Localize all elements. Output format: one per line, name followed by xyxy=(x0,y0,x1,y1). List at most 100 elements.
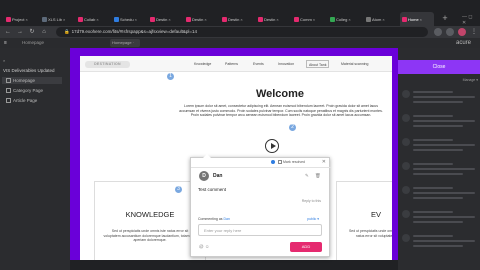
close-tab-icon[interactable]: × xyxy=(420,17,422,22)
browser-menu-icon[interactable]: ⋮ xyxy=(470,28,478,36)
url-bar[interactable]: 🔒 17d79.exohere.com/fits/#!sfrspapp&s=ajf… xyxy=(56,27,428,37)
extension-icon[interactable] xyxy=(446,28,454,36)
page-item-label: Category Page xyxy=(13,88,44,93)
card-text: Sed ut perspiciatis unde omnis iste natu… xyxy=(103,229,197,243)
close-tab-icon[interactable]: × xyxy=(25,17,27,22)
activity-item[interactable] xyxy=(402,184,476,199)
page-selector[interactable]: Homepage · default xyxy=(110,39,140,53)
profile-avatar[interactable] xyxy=(458,28,466,36)
activity-item[interactable] xyxy=(402,232,476,247)
activity-item[interactable] xyxy=(402,208,476,223)
browser-tab[interactable]: Collab × xyxy=(76,12,110,26)
close-tab-icon[interactable]: × xyxy=(348,17,350,22)
extension-icon[interactable] xyxy=(434,28,442,36)
page-item-article[interactable]: Article Page xyxy=(6,98,37,103)
divider xyxy=(191,167,331,168)
close-tab-icon[interactable]: × xyxy=(204,17,206,22)
close-panel-button[interactable]: Close xyxy=(398,60,480,74)
tab-label: Collab xyxy=(84,16,96,22)
tab-favicon-icon xyxy=(366,16,371,22)
project-title: VIS Deliverables Updated xyxy=(3,68,55,73)
browser-tab[interactable]: Destin × xyxy=(220,12,254,26)
resolve-toggle[interactable]: Mark resolved xyxy=(271,160,305,164)
tab-favicon-icon xyxy=(258,16,263,22)
comment-marker[interactable]: 2 xyxy=(288,123,297,132)
nav-about[interactable]: About Tank xyxy=(306,60,330,68)
nav-knowledge[interactable]: Knowledge xyxy=(192,60,213,68)
activity-text-line xyxy=(413,245,463,247)
browser-tab[interactable]: Home × xyxy=(400,12,434,26)
app-brand-logo: acure xyxy=(456,40,472,46)
browser-tab[interactable]: Destin × xyxy=(256,12,290,26)
nav-events[interactable]: Events xyxy=(251,60,266,68)
close-tab-icon[interactable]: × xyxy=(96,17,98,22)
activity-item[interactable] xyxy=(402,160,476,175)
page-item-category[interactable]: Category Page xyxy=(6,88,43,93)
reply-input[interactable]: Enter your reply here xyxy=(198,224,322,236)
intro-text: Lorem ipsum dolor sit amet, consectetur … xyxy=(179,104,383,118)
nav-material[interactable]: Material scanning xyxy=(339,60,370,68)
browser-tab[interactable]: Atom × xyxy=(364,12,398,26)
tab-favicon-icon xyxy=(402,16,407,22)
close-icon[interactable]: ✕ xyxy=(322,159,326,165)
back-icon[interactable]: ← xyxy=(4,28,12,36)
visibility-select[interactable]: public ▾ xyxy=(307,217,319,221)
activity-text-line xyxy=(413,144,475,146)
page-item-homepage[interactable]: Homepage xyxy=(2,77,62,84)
reload-icon[interactable]: ↻ xyxy=(28,28,36,36)
browser-tab[interactable]: Schedu × xyxy=(112,12,146,26)
close-tab-icon[interactable]: × xyxy=(135,17,137,22)
nav-patterns[interactable]: Patterns xyxy=(223,60,240,68)
comment-marker[interactable]: 1 xyxy=(166,72,175,81)
browser-tab[interactable]: Colleg × xyxy=(328,12,362,26)
manage-label: Manage ▾ xyxy=(462,78,478,82)
lock-icon: 🔒 xyxy=(64,29,70,34)
close-tab-icon[interactable]: × xyxy=(63,17,65,22)
browser-tab[interactable]: Comm × xyxy=(292,12,326,26)
search-icon[interactable]: ⌕ xyxy=(3,58,63,64)
card-title: EV xyxy=(370,210,381,219)
close-tab-icon[interactable]: × xyxy=(240,17,242,22)
page-heading: Welcome xyxy=(255,88,305,100)
play-icon[interactable] xyxy=(265,139,279,153)
status-dot-icon xyxy=(271,160,275,164)
activity-text-line xyxy=(413,125,463,127)
site-logo[interactable]: DESTINATION xyxy=(85,61,130,68)
close-tab-icon[interactable]: × xyxy=(313,17,315,22)
resolve-label: Mark resolved xyxy=(283,160,305,164)
window-controls[interactable]: — ◻ ✕ xyxy=(462,14,474,26)
comment-popup: Mark resolved ✕ D Dan ✎ 🗑 Test comment R… xyxy=(190,154,331,257)
delete-icon[interactable]: 🗑 xyxy=(315,173,321,179)
tab-favicon-icon xyxy=(294,16,299,22)
activity-text-line xyxy=(413,163,453,165)
mention-emoji-icons[interactable]: @ ☺ xyxy=(199,244,209,249)
browser-tab[interactable]: Destin × xyxy=(148,12,182,26)
close-tab-icon[interactable]: × xyxy=(168,17,170,22)
avatar xyxy=(402,234,410,242)
manage-dropdown[interactable]: Manage ▾ xyxy=(400,78,478,82)
breadcrumb[interactable]: Homepage xyxy=(22,40,44,45)
browser-tab[interactable]: Project × xyxy=(4,12,38,26)
browser-tab[interactable]: XLS Lib × xyxy=(40,12,74,26)
new-tab-button[interactable]: + xyxy=(440,13,450,23)
edit-icon[interactable]: ✎ xyxy=(305,173,309,179)
comment-marker[interactable]: 3 xyxy=(174,185,183,194)
reply-link[interactable]: Reply to this xyxy=(302,199,321,203)
comment-text: Test comment xyxy=(198,187,227,192)
tab-label: Home xyxy=(408,16,419,22)
tab-favicon-icon xyxy=(114,16,119,22)
browser-tab[interactable]: Destin × xyxy=(184,12,218,26)
nav-innovation[interactable]: Innovation xyxy=(276,60,296,68)
add-button[interactable]: ADD xyxy=(290,242,322,252)
activity-item[interactable] xyxy=(402,136,476,151)
activity-item[interactable] xyxy=(402,112,476,127)
close-tab-icon[interactable]: × xyxy=(276,17,278,22)
page-icon xyxy=(6,88,11,93)
home-icon[interactable]: ⌂ xyxy=(40,28,48,36)
close-tab-icon[interactable]: × xyxy=(382,17,384,22)
forward-icon[interactable]: → xyxy=(16,28,24,36)
activity-item[interactable] xyxy=(402,88,476,103)
checkbox[interactable] xyxy=(278,160,282,164)
app-menu-icon[interactable]: ≡ xyxy=(4,40,7,46)
feature-card-events[interactable]: EV Sed ut perspiciatis unde omnis iste n… xyxy=(336,181,392,260)
